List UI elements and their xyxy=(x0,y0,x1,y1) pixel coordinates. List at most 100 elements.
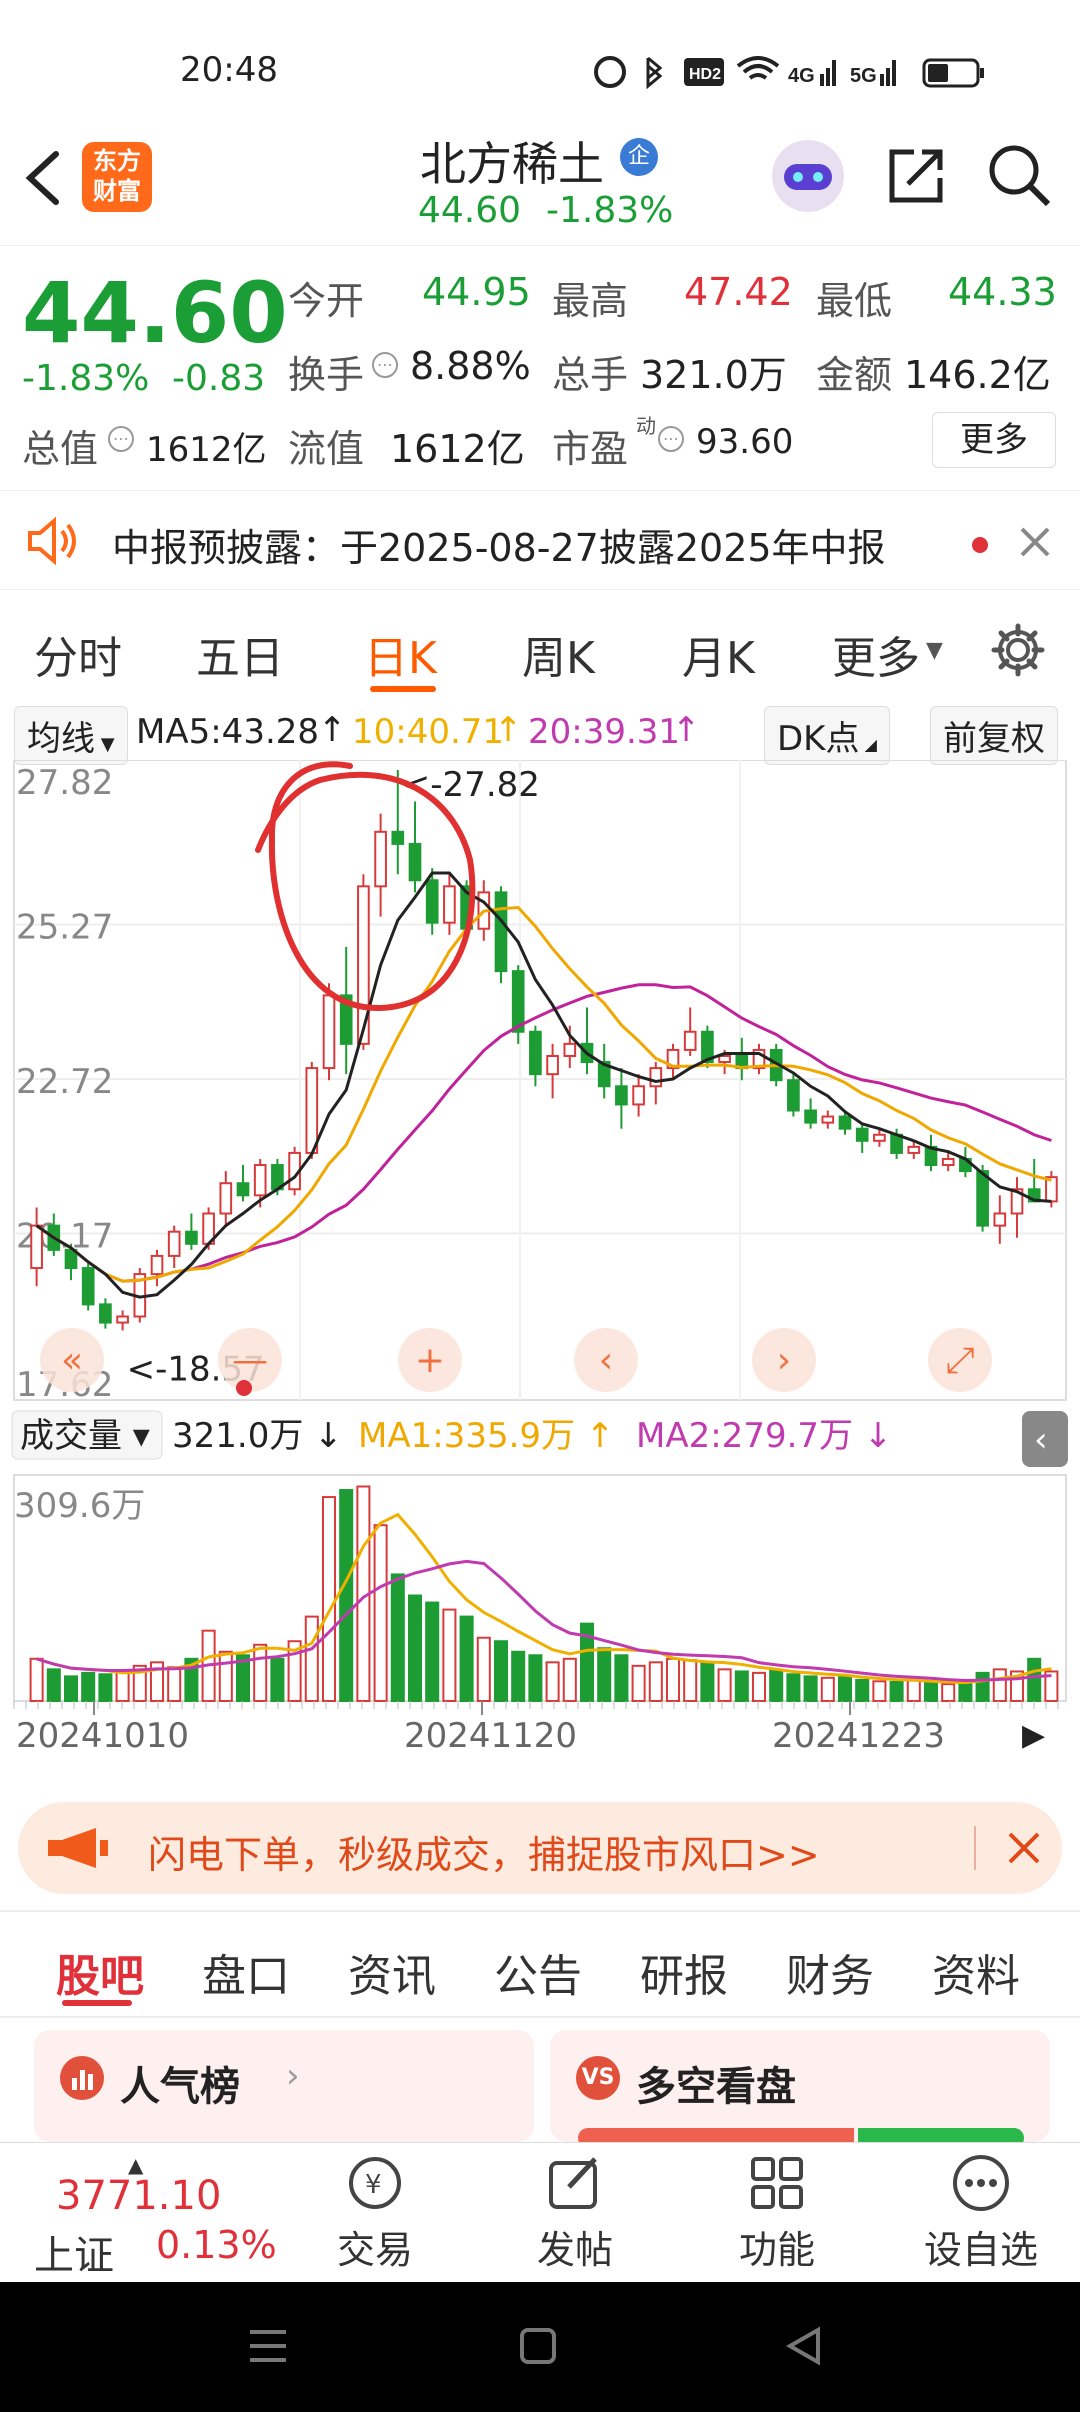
notice-text: 中报预披露：于2025-08-27披露2025年中报 xyxy=(112,526,886,570)
more-dots-icon xyxy=(953,2155,1009,2211)
tab-daily-k[interactable]: 日K xyxy=(364,622,437,686)
y-tick-label: 22.72 xyxy=(16,1062,113,1102)
volume-bar xyxy=(769,1669,784,1703)
menu-icon[interactable] xyxy=(246,2326,290,2366)
tab-order-book[interactable]: 盘口 xyxy=(202,1940,290,2004)
nav-trade[interactable]: ¥ 交易 xyxy=(320,2151,430,2281)
robot-assistant-icon[interactable] xyxy=(770,138,846,214)
promo-text: 闪电下单，秒级成交，捕捉股市风口>> xyxy=(148,1833,820,1877)
tab-intraday[interactable]: 分时 xyxy=(34,622,122,686)
tab-research[interactable]: 研报 xyxy=(640,1940,728,2004)
fullscreen-icon[interactable]: ⤢ xyxy=(946,1340,975,1381)
nav-add-watchlist[interactable]: 设自选 xyxy=(906,2151,1056,2281)
turnover-value: 8.88% xyxy=(410,344,531,388)
bull-bear-card[interactable]: VS 多空看盘 xyxy=(550,2030,1050,2142)
chevron-left-icon: ‹ xyxy=(1034,1420,1048,1460)
dk-point-button[interactable]: DK点 ◢ xyxy=(764,706,890,765)
candle-body xyxy=(185,1230,198,1245)
tab-monthly-k[interactable]: 月K xyxy=(682,622,755,686)
tab-more[interactable]: 更多 xyxy=(832,622,920,686)
amount-value: 146.2亿 xyxy=(904,353,1051,397)
ma10-value: 10:40.71 xyxy=(352,712,505,752)
ma20-value: 20:39.31 xyxy=(528,712,681,752)
index-value[interactable]: 3771.10 xyxy=(56,2173,221,2219)
marker-dot xyxy=(236,1380,252,1396)
share-icon[interactable] xyxy=(884,144,948,208)
more-button[interactable]: 更多 xyxy=(932,412,1056,468)
volume-bar xyxy=(562,1657,577,1703)
open-value: 44.95 xyxy=(422,270,531,314)
promo-banner[interactable]: 闪电下单，秒级成交，捕捉股市风口>> xyxy=(18,1802,1062,1894)
bear-bar xyxy=(858,2128,1024,2142)
volume-bar xyxy=(390,1573,405,1702)
enterprise-badge: 企 xyxy=(620,138,658,176)
candle-body xyxy=(787,1079,800,1112)
notice-bar[interactable]: 中报预披露：于2025-08-27披露2025年中报 xyxy=(0,490,1080,590)
volume-bar xyxy=(115,1670,130,1702)
first-page-icon[interactable]: « xyxy=(61,1340,83,1381)
settings-gear-icon[interactable] xyxy=(990,622,1046,678)
close-icon[interactable] xyxy=(1018,525,1052,559)
index-name[interactable]: 上证 xyxy=(34,2223,114,2281)
candle-body xyxy=(632,1085,645,1106)
x-tick-label: 20241223 xyxy=(772,1716,945,1756)
volume-bar xyxy=(958,1682,973,1702)
index-change[interactable]: 0.13% xyxy=(156,2223,277,2267)
pe-dynamic-sup: 动 xyxy=(636,414,656,438)
candle-body xyxy=(253,1164,267,1197)
ma5-value: MA5:43.28 xyxy=(136,712,320,752)
up-arrow-icon: ↑ xyxy=(494,710,523,750)
volume-bar xyxy=(889,1681,904,1703)
tab-profile[interactable]: 资料 xyxy=(932,1940,1020,2004)
volume-bar xyxy=(906,1679,921,1702)
volume-bar xyxy=(528,1654,543,1703)
candle-body xyxy=(821,1115,835,1124)
change-amount: -0.83 xyxy=(172,358,266,399)
info-icon[interactable]: ⋯ xyxy=(372,352,398,378)
candle-body xyxy=(443,885,456,924)
period-tabs: 分时 五日 日K 周K 月K 更多 ▼ xyxy=(0,600,1080,700)
search-icon[interactable] xyxy=(986,142,1054,210)
tab-forum[interactable]: 股吧 xyxy=(56,1940,144,2004)
unread-dot xyxy=(972,537,988,553)
back-icon[interactable] xyxy=(22,148,62,208)
tab-finance[interactable]: 财务 xyxy=(786,1940,874,2004)
close-icon[interactable] xyxy=(1006,1830,1042,1866)
back-nav-icon[interactable] xyxy=(782,2324,826,2368)
chevron-left-icon[interactable]: ‹ xyxy=(599,1340,613,1381)
volume-bar xyxy=(992,1668,1007,1702)
chevron-right-icon[interactable]: › xyxy=(777,1340,791,1381)
indicator-select[interactable]: 均线 ▼ xyxy=(14,706,128,765)
nav-post[interactable]: 发帖 xyxy=(520,2151,630,2281)
home-icon[interactable] xyxy=(516,2324,560,2368)
volume-bar xyxy=(683,1659,698,1703)
amount-label: 金额 xyxy=(816,353,893,397)
candle-body xyxy=(219,1182,233,1215)
mktcap-label: 总值 xyxy=(22,427,99,471)
bull-bar xyxy=(578,2128,854,2142)
zoom-in-icon[interactable]: + xyxy=(415,1340,445,1381)
svg-text:¥: ¥ xyxy=(365,2170,382,2200)
candle-body xyxy=(649,1067,663,1088)
wifi-icon xyxy=(736,56,780,80)
volume-chart[interactable]: 成交量 ▾ 321.0万 ↓ MA1:335.9万 ↑ MA2:279.7万 ↓ ‹ 30… xyxy=(0,1405,1080,1785)
tab-announcements[interactable]: 公告 xyxy=(494,1940,582,2004)
up-arrow-icon: ↑ xyxy=(672,710,701,750)
volume-indicator-label: 成交量 ▾ xyxy=(20,1416,150,1456)
volume-bar xyxy=(407,1594,423,1702)
zoom-out-icon[interactable]: — xyxy=(232,1340,268,1381)
info-icon[interactable]: ⋯ xyxy=(658,426,684,452)
popularity-card[interactable]: 人气榜 › xyxy=(34,2030,534,2142)
nav-functions[interactable]: 功能 xyxy=(722,2151,832,2281)
kline-chart[interactable]: 27.8225.2722.7220.1717.62<-27.82<-18.57«… xyxy=(0,760,1080,1410)
high-label: 最高 xyxy=(552,279,629,323)
info-icon[interactable]: ⋯ xyxy=(108,426,134,452)
play-icon[interactable]: ▶ xyxy=(1022,1718,1045,1753)
volume-bar xyxy=(304,1615,319,1702)
tab-five-day[interactable]: 五日 xyxy=(196,622,284,686)
tab-weekly-k[interactable]: 周K xyxy=(522,622,595,686)
alarm-icon xyxy=(594,56,626,88)
chevron-right-icon: › xyxy=(286,2056,300,2096)
adjust-select[interactable]: 前复权 xyxy=(930,706,1058,765)
tab-news[interactable]: 资讯 xyxy=(348,1940,436,2004)
